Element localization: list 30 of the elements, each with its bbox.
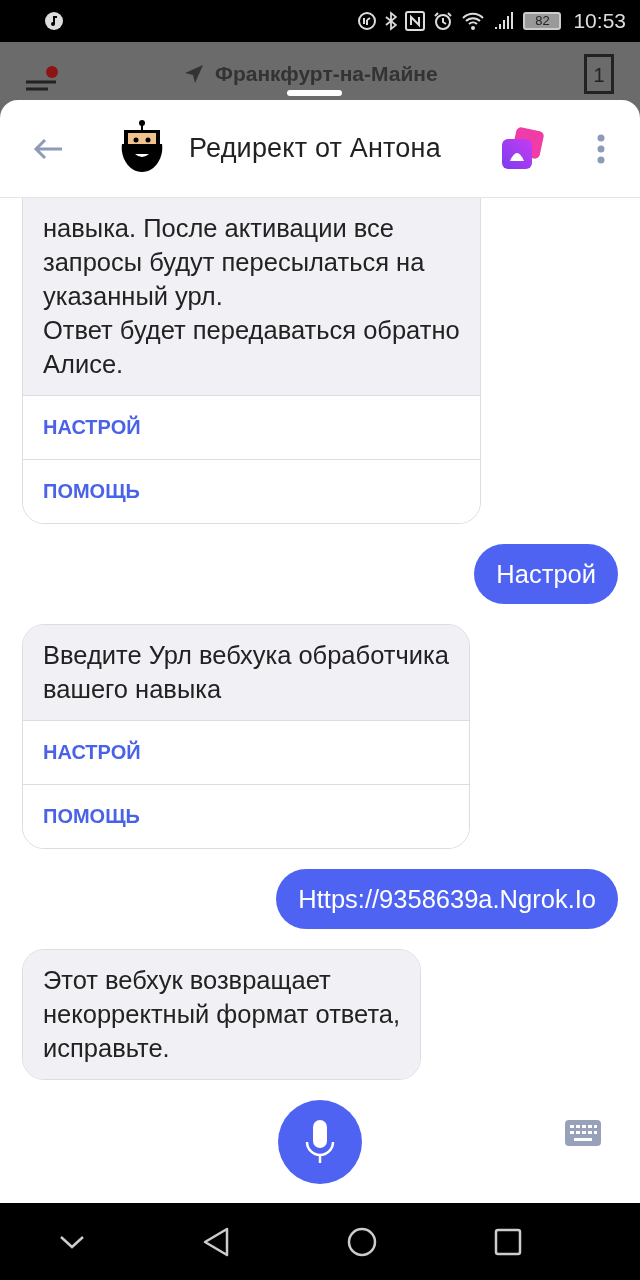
- drag-handle[interactable]: [287, 90, 342, 96]
- data-saver-icon: [357, 11, 378, 31]
- skill-title: Редирект от Антона: [189, 133, 442, 164]
- wifi-icon: [461, 11, 486, 31]
- user-message: Настрой: [474, 544, 618, 604]
- more-options-icon[interactable]: [596, 133, 606, 164]
- user-message: Https://9358639a.Ngrok.Io: [276, 869, 618, 929]
- skill-message-text: Введите Урл вебхука обработчика вашего навыка: [23, 625, 469, 720]
- location-arrow-icon: [183, 63, 205, 85]
- back-triangle-icon[interactable]: [201, 1226, 230, 1257]
- chevron-down-icon[interactable]: [58, 1233, 85, 1250]
- alice-cards-icon[interactable]: [500, 126, 544, 171]
- suggest-button[interactable]: ПОМОЩЬ: [23, 784, 469, 848]
- nfc-icon: [405, 11, 426, 31]
- skill-message-text: Этот вебхук возвращает некорректный формат ответа, исправьте.: [23, 950, 421, 1079]
- battery-indicator: 82: [523, 12, 562, 30]
- home-circle-icon[interactable]: [346, 1226, 377, 1257]
- music-note-icon: [45, 12, 63, 30]
- recent-apps-square-icon[interactable]: [493, 1227, 522, 1256]
- keyboard-icon[interactable]: [565, 1120, 601, 1146]
- back-button[interactable]: [32, 136, 64, 161]
- tab-counter[interactable]: 1: [584, 54, 614, 94]
- suggest-button[interactable]: ПОМОЩЬ: [23, 459, 480, 523]
- signal-icon: [493, 11, 516, 31]
- bluetooth-icon: [385, 11, 398, 31]
- menu-icon[interactable]: [24, 66, 60, 92]
- skill-message-text: навыка. После активации все запросы будут пересылаться на указанный урл. Ответ будет передаваться обратно Алисе.: [23, 198, 480, 395]
- clock-time: 10:53: [573, 9, 626, 33]
- alarm-icon: [433, 11, 454, 31]
- microphone-icon: [303, 1117, 337, 1166]
